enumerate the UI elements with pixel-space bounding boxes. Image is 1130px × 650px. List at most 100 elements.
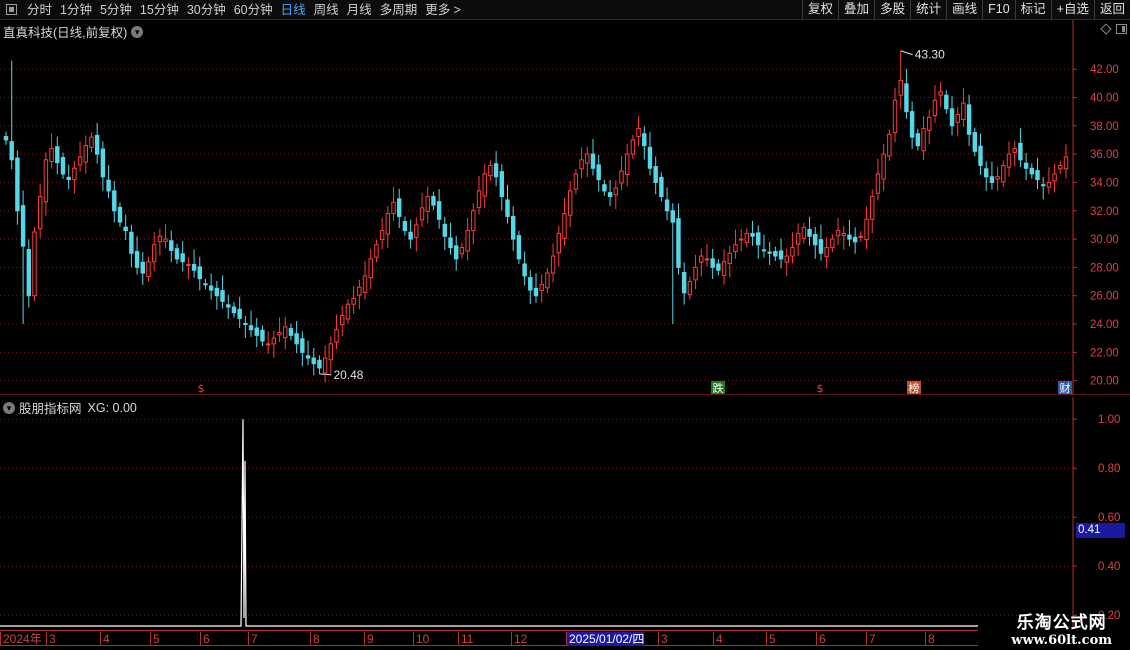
candle: [231, 302, 237, 318]
candle-body: [687, 281, 693, 296]
candle: [271, 330, 277, 358]
candle: [624, 144, 630, 187]
candle: [630, 134, 636, 160]
candle: [72, 160, 77, 194]
date-axis-label: 5: [766, 632, 776, 646]
candle: [693, 254, 698, 290]
candle: [989, 161, 995, 190]
candle-body: [624, 153, 630, 176]
candle: [60, 152, 66, 179]
candle: [887, 129, 892, 161]
candle-body: [431, 196, 436, 206]
candle: [100, 141, 106, 191]
candle: [77, 141, 83, 173]
candle: [265, 331, 271, 354]
candle-body: [72, 167, 77, 181]
candle-body: [459, 247, 465, 255]
y-tick-label: 34.00: [1090, 177, 1119, 189]
date-axis-label: 10: [413, 632, 429, 646]
y-tick-label: 26.00: [1090, 291, 1119, 303]
candle: [716, 259, 721, 276]
candle: [790, 232, 795, 264]
event-marker-label: 榜: [909, 381, 920, 395]
candle-body: [379, 230, 385, 241]
candle: [157, 228, 163, 256]
candle: [362, 260, 368, 300]
candle-body: [163, 238, 168, 242]
candle: [140, 252, 145, 285]
candle-body: [659, 176, 664, 198]
candle-body: [37, 196, 43, 230]
candle: [368, 248, 373, 290]
candle: [151, 232, 157, 272]
candle: [852, 227, 858, 254]
candle: [66, 164, 71, 190]
candle: [106, 165, 111, 199]
candle-body: [516, 235, 522, 260]
candle: [163, 223, 168, 249]
candle-body: [9, 141, 14, 161]
candle-body: [94, 134, 100, 155]
candle-body: [790, 247, 795, 257]
candle-body: [813, 234, 818, 246]
price-chart[interactable]: 20.00 22.00 24.00 26.00 28.00 30.00 32.00 34.00…: [0, 0, 1130, 395]
candle: [476, 175, 482, 215]
candle-body: [607, 192, 613, 198]
candle: [1018, 128, 1023, 167]
candle-body: [989, 176, 995, 183]
candle-body: [807, 228, 812, 237]
candle-body: [476, 190, 482, 208]
candle: [277, 317, 282, 343]
candle: [15, 150, 20, 225]
candle-body: [887, 133, 892, 157]
candle-body: [864, 218, 869, 241]
candle-body: [271, 337, 277, 345]
candle-body: [938, 91, 943, 96]
candle-body: [852, 236, 858, 243]
candle: [579, 147, 584, 179]
candle: [733, 229, 738, 259]
candle-body: [294, 333, 299, 345]
candle-body: [636, 128, 641, 138]
candle-body: [693, 266, 698, 281]
event-marker: $: [198, 382, 205, 395]
event-marker: 财: [1058, 381, 1072, 395]
candle-body: [1029, 167, 1035, 175]
y-tick-label: 28.00: [1090, 262, 1119, 274]
candle: [402, 216, 408, 236]
candle: [146, 256, 151, 282]
candle-body: [208, 285, 214, 291]
candle-body: [1023, 162, 1029, 169]
candle-body: [425, 196, 430, 212]
candle: [892, 87, 898, 143]
candle: [545, 268, 550, 293]
candle: [813, 227, 818, 259]
stock-chart-app: 分时 1分钟 5分钟 15分钟 30分钟 60分钟 日线 周线 月线 多周期 更…: [0, 0, 1130, 650]
candle: [613, 180, 618, 209]
candle-body: [442, 223, 448, 237]
candle-body: [454, 245, 459, 260]
candle-body: [795, 232, 801, 245]
candle: [984, 161, 989, 191]
candle-body: [533, 287, 539, 297]
candle: [1058, 160, 1063, 174]
candle-body: [870, 196, 875, 220]
candle: [83, 135, 88, 174]
candle-body: [169, 240, 174, 251]
candle-body: [522, 263, 527, 277]
candle: [414, 217, 419, 252]
candle-body: [340, 315, 345, 326]
candle: [43, 152, 49, 216]
candle: [431, 191, 436, 211]
indicator-chart[interactable]: 0.200.400.600.801.00: [0, 397, 1130, 629]
candle: [32, 227, 37, 301]
candle-body: [841, 232, 846, 237]
candle-body: [300, 338, 305, 353]
candle-body: [317, 359, 322, 369]
candle-body: [89, 136, 94, 148]
candle: [374, 239, 379, 263]
candle-body: [448, 237, 453, 249]
candle: [944, 90, 949, 114]
candle-body: [20, 205, 26, 247]
candle-body: [1035, 170, 1040, 181]
